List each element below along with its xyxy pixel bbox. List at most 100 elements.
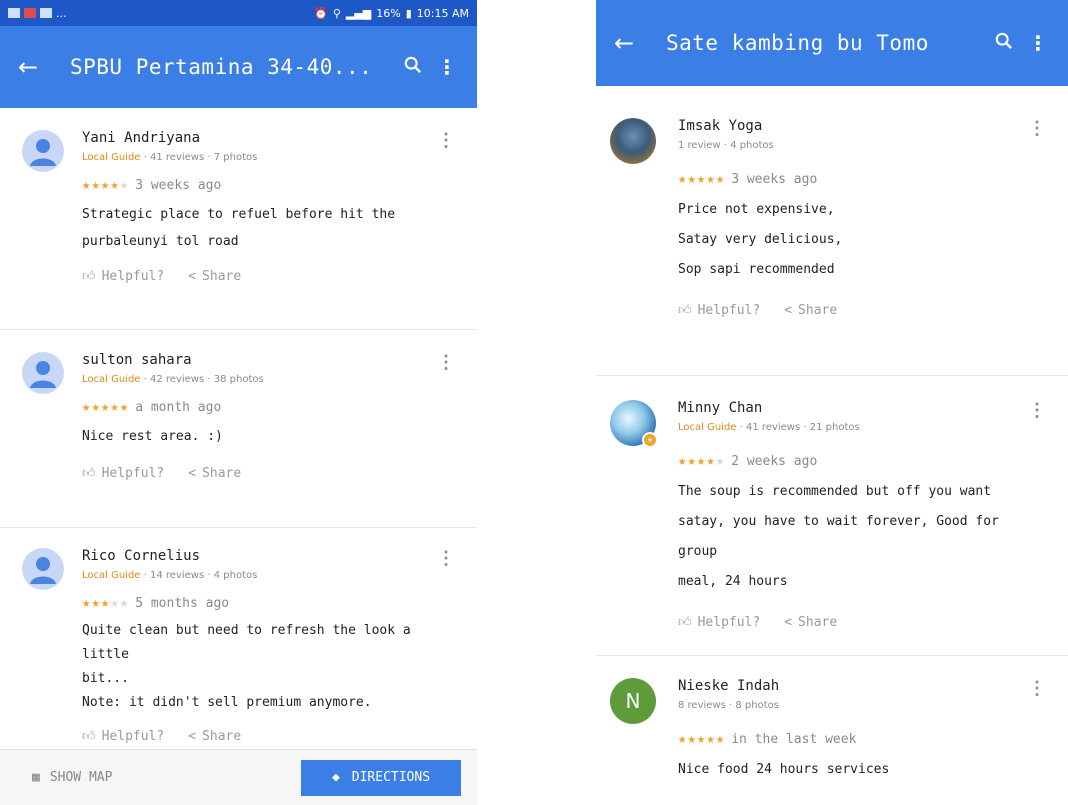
bottom-bar: ▦ SHOW MAP ◆ DIRECTIONS [0,749,477,805]
search-icon[interactable] [391,56,435,78]
default-avatar-icon[interactable] [22,352,64,394]
page-title: Sate kambing bu Tomo [666,31,929,55]
default-avatar-icon[interactable] [22,548,64,590]
review-time: in the last week [731,731,857,747]
review-menu-icon[interactable]: ⋮ [437,130,455,151]
battery-level: 16% [376,6,401,20]
directions-button[interactable]: ◆ DIRECTIONS [301,759,461,796]
review-text: Strategic place to refuel before hit the… [82,201,437,255]
overflow-menu-icon[interactable]: ⋮ [435,55,459,79]
review-menu-icon[interactable]: ⋮ [1028,400,1046,421]
review-card: ⋮ Imsak Yoga 1 review · 4 photos ★★★★★ 3… [596,86,1068,376]
star-filled-icon: ★ [100,595,111,611]
share-icon: < [188,269,197,284]
letter-avatar[interactable]: N [610,678,656,724]
review-time: 5 months ago [135,595,230,611]
directions-label: DIRECTIONS [351,770,431,785]
star-filled-icon: ★ [119,399,130,415]
local-guide-label: Local Guide [82,374,141,385]
review-card: ⋮ Yani Andriyana Local Guide · 41 review… [0,108,477,330]
default-avatar-icon[interactable] [22,130,64,172]
review-menu-icon[interactable]: ⋮ [437,352,455,373]
reviewer-meta: Local Guide · 41 reviews · 21 photos [678,422,860,433]
helpful-button[interactable]: 👍︎ Helpful? [678,615,760,630]
reviewer-meta: Local Guide · 41 reviews · 7 photos [82,152,258,163]
avatar-letter: N [625,689,641,713]
review-text-line: Strategic place to refuel before hit the [82,207,396,222]
clock: 10:15 AM [416,6,469,20]
reviewer-meta: 8 reviews · 8 photos [678,700,1028,711]
review-card: ⋮ sulton sahara Local Guide · 42 reviews… [0,330,477,528]
review-menu-icon[interactable]: ⋮ [1028,118,1046,139]
review-text-line: Quite clean but need to refresh the look… [82,623,411,662]
review-text: Price not expensive, Satay very deliciou… [678,195,1028,285]
star-filled-icon: ★ [687,171,697,187]
back-arrow-icon[interactable]: ← [614,29,654,57]
star-empty-icon: ★ [119,177,130,193]
star-empty-icon: ★ [110,595,120,611]
reviewer-avatar[interactable] [610,118,656,164]
helpful-label: Helpful? [101,466,165,481]
share-label: Share [202,269,242,284]
review-text: Quite clean but need to refresh the look… [82,619,437,715]
share-icon: < [188,729,197,744]
local-guide-badge-icon: ★ [642,432,658,448]
helpful-button[interactable]: 👍︎ Helpful? [82,729,164,744]
reviewer-name[interactable]: Imsak Yoga [678,118,1028,134]
overflow-menu-icon[interactable]: ⋮ [1026,31,1050,55]
gallery-icon [8,8,20,18]
share-icon: < [784,615,793,630]
review-time: 2 weeks ago [731,453,818,469]
more-notifications-icon: ... [56,6,67,20]
image-icon [40,8,52,18]
reviewer-meta: Local Guide · 42 reviews · 38 photos [82,374,264,385]
local-guide-label: Local Guide [678,422,737,433]
reviewer-stats: 14 reviews · 4 photos [150,570,258,581]
star-filled-icon: ★ [706,731,716,747]
review-time: a month ago [135,399,222,415]
right-screen: ← Sate kambing bu Tomo ⋮ ⋮ Imsak Yoga 1 … [596,0,1068,805]
star-filled-icon: ★ [696,171,707,187]
helpful-button[interactable]: 👍︎ Helpful? [82,269,164,284]
rating-row: ★★★★★ 3 weeks ago [82,177,437,193]
star-filled-icon: ★ [687,731,697,747]
star-rating: ★★★★★ [678,731,725,747]
reviewer-name[interactable]: Minny Chan [678,400,1028,416]
review-menu-icon[interactable]: ⋮ [437,548,455,569]
helpful-button[interactable]: 👍︎ Helpful? [82,466,164,481]
back-arrow-icon[interactable]: ← [18,53,58,81]
review-actions: 👍︎ Helpful? < Share [678,303,1028,318]
helpful-button[interactable]: 👍︎ Helpful? [678,303,760,318]
share-icon: < [784,303,793,318]
helpful-label: Helpful? [697,615,761,630]
review-actions: 👍︎ Helpful? < Share [82,269,437,284]
star-filled-icon: ★ [91,177,101,193]
local-guide-label: Local Guide [82,570,141,581]
show-map-button[interactable]: ▦ SHOW MAP [32,770,112,785]
star-filled-icon: ★ [110,399,120,415]
share-button[interactable]: < Share [784,615,837,630]
star-filled-icon: ★ [110,177,120,193]
review-actions: 👍︎ Helpful? < Share [82,466,437,481]
reviewer-name[interactable]: sulton sahara [82,352,437,368]
show-map-label: SHOW MAP [49,770,113,785]
share-button[interactable]: < Share [188,729,241,744]
app-bar: ← Sate kambing bu Tomo ⋮ [596,0,1068,86]
share-button[interactable]: < Share [188,466,241,481]
review-list: ⋮ Yani Andriyana Local Guide · 41 review… [0,108,477,748]
share-button[interactable]: < Share [188,269,241,284]
reviewer-name[interactable]: Rico Cornelius [82,548,437,564]
review-text-line: bit... [82,671,129,686]
share-button[interactable]: < Share [784,303,837,318]
notification-icons: ... [8,7,67,20]
review-text-line: meal, 24 hours [678,574,788,589]
directions-icon: ◆ [331,770,340,785]
search-icon[interactable] [982,32,1026,54]
rating-row: ★★★★★ 5 months ago [82,595,437,611]
review-menu-icon[interactable]: ⋮ [1028,678,1046,699]
reviewer-name[interactable]: Nieske Indah [678,678,1028,694]
review-actions: 👍︎ Helpful? < Share [82,729,437,744]
reviewer-name[interactable]: Yani Andriyana [82,130,437,146]
review-text-line: Note: it didn't sell premium anymore. [82,695,372,710]
helpful-label: Helpful? [101,269,165,284]
